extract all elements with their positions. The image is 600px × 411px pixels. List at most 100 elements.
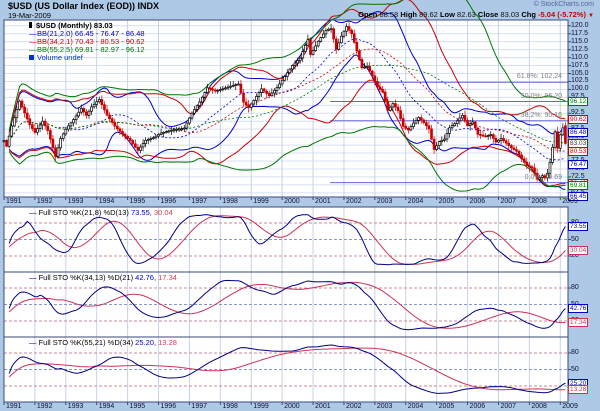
candle-body — [531, 167, 533, 168]
candle-body — [541, 176, 543, 178]
candle-body — [521, 155, 523, 159]
candle-body — [307, 40, 309, 46]
candle-body — [173, 130, 175, 131]
candle-body — [410, 127, 412, 130]
candle-body — [479, 134, 481, 135]
candle-body — [39, 125, 41, 129]
candle-body — [407, 128, 409, 130]
candle-body — [199, 102, 201, 106]
candle-body — [188, 118, 190, 123]
candle-body — [273, 90, 275, 93]
candle-body — [16, 109, 18, 117]
candle-body — [490, 135, 492, 136]
candle-body — [186, 123, 188, 128]
candle-body — [333, 29, 335, 39]
candle-body — [62, 134, 64, 139]
candle-body — [549, 162, 551, 173]
candle-body — [266, 91, 268, 93]
candle-body — [518, 151, 520, 155]
candle-body — [505, 141, 507, 143]
candle-body — [150, 139, 152, 140]
candle-body — [425, 123, 427, 126]
candle-body — [8, 136, 10, 146]
candle-body — [65, 129, 67, 134]
main-plot-area — [4, 20, 568, 197]
candle-body — [400, 111, 402, 119]
candle-body — [178, 129, 180, 130]
candle-body — [382, 89, 384, 91]
candle-body — [34, 128, 36, 132]
candle-body — [134, 144, 136, 147]
candle-body — [348, 27, 350, 31]
candle-body — [183, 128, 185, 129]
candle-body — [142, 144, 144, 147]
candle-body — [423, 120, 425, 123]
candle-body — [436, 146, 438, 150]
candle-body — [21, 101, 23, 107]
candle-body — [52, 139, 54, 148]
candle-body — [420, 118, 422, 120]
candle-body — [485, 136, 487, 137]
candle-body — [539, 177, 541, 179]
candle-body — [212, 89, 214, 90]
candle-body — [351, 30, 353, 34]
candle-body — [181, 129, 183, 130]
candle-body — [456, 121, 458, 124]
candle-body — [402, 119, 404, 127]
candle-body — [516, 150, 518, 152]
candle-body — [346, 27, 348, 32]
candle-body — [431, 129, 433, 139]
candle-body — [137, 147, 139, 150]
candle-body — [121, 131, 123, 134]
candle-body — [73, 120, 75, 123]
candle-body — [217, 90, 219, 91]
candle-body — [248, 105, 250, 108]
candle-body — [320, 38, 322, 42]
candle-body — [297, 61, 299, 63]
candle-body — [364, 67, 366, 68]
candle-body — [299, 58, 301, 61]
candle-body — [170, 130, 172, 131]
candle-body — [338, 43, 340, 50]
candle-body — [508, 143, 510, 145]
candle-body — [60, 139, 62, 148]
candle-body — [433, 139, 435, 149]
candle-body — [168, 131, 170, 132]
candle-body — [353, 34, 355, 43]
candle-body — [11, 126, 13, 136]
candle-body — [116, 126, 118, 129]
candle-body — [472, 122, 474, 124]
candle-body — [129, 138, 131, 140]
candle-body — [42, 121, 44, 125]
candle-body — [441, 140, 443, 141]
candle-body — [413, 123, 415, 126]
candle-body — [302, 52, 304, 58]
candle-body — [209, 88, 211, 89]
candle-body — [559, 135, 561, 148]
candle-body — [487, 136, 489, 137]
candle-body — [230, 86, 232, 87]
candle-body — [163, 132, 165, 133]
candle-body — [291, 65, 293, 69]
candle-body — [356, 42, 358, 51]
candle-body — [103, 105, 105, 110]
candle-body — [552, 147, 554, 162]
candle-body — [369, 67, 371, 72]
candle-body — [325, 30, 327, 34]
candle-body — [219, 89, 221, 90]
candle-body — [387, 101, 389, 110]
candle-body — [428, 126, 430, 129]
candle-body — [263, 89, 265, 91]
candle-body — [557, 132, 559, 148]
candle-body — [495, 138, 497, 142]
candle-body — [343, 31, 345, 36]
candle-body — [124, 134, 126, 136]
candle-body — [304, 45, 306, 51]
candle-body — [443, 139, 445, 140]
candle-body — [286, 73, 288, 77]
candle-body — [201, 97, 203, 102]
candle-body — [513, 148, 515, 150]
candle-body — [24, 107, 26, 113]
candle-body — [405, 126, 407, 128]
candle-body — [322, 34, 324, 38]
